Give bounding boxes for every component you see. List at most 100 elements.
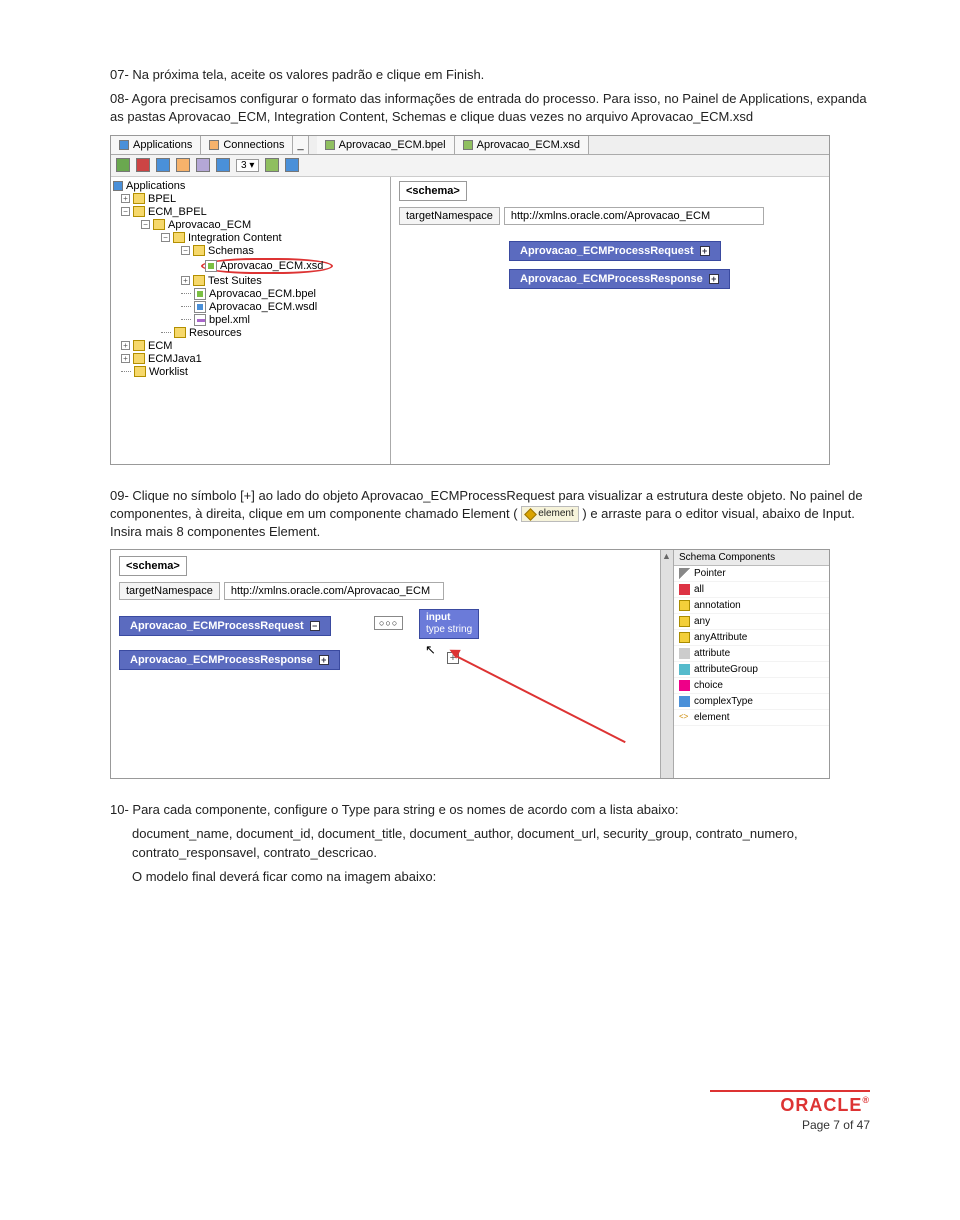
folder-icon <box>153 219 165 230</box>
component-item-pointer[interactable]: Pointer <box>674 566 829 582</box>
request-node[interactable]: Aprovacao_ECMProcessRequest+ <box>509 241 721 261</box>
expand-icon[interactable]: + <box>121 341 130 350</box>
expand-icon[interactable]: + <box>181 276 190 285</box>
folder-icon <box>133 206 145 217</box>
expand-icon[interactable]: + <box>319 655 329 665</box>
toolbar-select[interactable]: 3 ▾ <box>236 159 259 172</box>
pointer-icon <box>679 568 690 579</box>
tab-minimize[interactable]: _ <box>293 136 308 154</box>
screenshot-schema-editor: <schema> targetNamespace http://xmlns.or… <box>110 549 830 779</box>
paragraph-09: 09- Clique no símbolo [+] ao lado do obj… <box>110 487 870 542</box>
request-node[interactable]: Aprovacao_ECMProcessRequest− <box>119 616 331 636</box>
toolbar-icon[interactable] <box>156 158 170 172</box>
bpel-file-icon <box>194 288 206 300</box>
component-item-any[interactable]: any <box>674 614 829 630</box>
schema-components-panel: Schema Components Pointer all annotation… <box>674 550 829 778</box>
oracle-logo: ORACLE® <box>710 1095 870 1116</box>
element-icon <box>679 712 690 723</box>
panel-title: Schema Components <box>674 550 829 566</box>
folder-icon <box>174 327 186 338</box>
xml-file-icon <box>194 314 206 326</box>
paragraph-07: 07- Na próxima tela, aceite os valores p… <box>110 66 870 84</box>
tab-applications[interactable]: Applications <box>111 136 201 154</box>
toolbar-icon[interactable] <box>285 158 299 172</box>
folder-icon <box>173 232 185 243</box>
expand-icon[interactable]: + <box>121 354 130 363</box>
applications-tree[interactable]: Applications +BPEL −ECM_BPEL −Aprovacao_… <box>111 177 391 464</box>
expand-icon[interactable]: + <box>700 246 710 256</box>
attribute-icon <box>679 648 690 659</box>
paragraph-08: 08- Agora precisamos configurar o format… <box>110 90 870 126</box>
sequence-connector-icon: ○○○ <box>374 616 403 630</box>
bpel-icon <box>325 140 335 150</box>
folder-icon <box>133 193 145 204</box>
tab-bpel-file[interactable]: Aprovacao_ECM.bpel <box>317 136 455 154</box>
page-footer: ORACLE® Page 7 of 47 <box>710 1090 870 1132</box>
toolbar-icon[interactable] <box>116 158 130 172</box>
toolbar-icon[interactable] <box>176 158 190 172</box>
footer-rule <box>710 1090 870 1092</box>
vertical-scrollbar[interactable] <box>661 550 674 778</box>
xsd-file-icon <box>205 260 217 272</box>
expand-icon[interactable]: + <box>121 194 130 203</box>
input-element-node[interactable]: inputtype string <box>419 609 479 639</box>
schema-root-box: <schema> <box>399 181 467 201</box>
component-item-choice[interactable]: choice <box>674 678 829 694</box>
schema-root-box: <schema> <box>119 556 187 576</box>
component-item-attribute[interactable]: attribute <box>674 646 829 662</box>
collapse-icon[interactable]: − <box>161 233 170 242</box>
tabstrip-left: Applications Connections _ Aprovacao_ECM… <box>111 136 829 155</box>
component-item-attributegroup[interactable]: attributeGroup <box>674 662 829 678</box>
response-node[interactable]: Aprovacao_ECMProcessResponse+ <box>509 269 730 289</box>
component-item-all[interactable]: all <box>674 582 829 598</box>
component-item-element[interactable]: element <box>674 710 829 726</box>
folder-icon <box>193 245 205 256</box>
all-icon <box>679 584 690 595</box>
xsd-icon <box>463 140 473 150</box>
apps-icon <box>113 181 123 191</box>
toolbar: 3 ▾ <box>111 155 829 177</box>
expand-icon[interactable]: + <box>709 274 719 284</box>
highlighted-tree-item[interactable]: Aprovacao_ECM.xsd <box>201 258 333 274</box>
tab-connections[interactable]: Connections <box>201 136 293 154</box>
paragraph-10a: 10- Para cada componente, configure o Ty… <box>110 801 870 819</box>
folder-icon <box>193 275 205 286</box>
paragraph-10b: document_name, document_id, document_tit… <box>132 825 870 861</box>
schema-editor: <schema> targetNamespace http://xmlns.or… <box>391 177 829 464</box>
toolbar-icon[interactable] <box>196 158 210 172</box>
complextype-icon <box>679 696 690 707</box>
any-icon <box>679 616 690 627</box>
page-number: Page 7 of 47 <box>710 1118 870 1132</box>
component-item-annotation[interactable]: annotation <box>674 598 829 614</box>
anyattr-icon <box>679 632 690 643</box>
element-icon <box>524 508 537 521</box>
collapse-icon[interactable]: − <box>181 246 190 255</box>
paragraph-10c: O modelo final deverá ficar como na imag… <box>132 868 870 886</box>
folder-icon <box>133 340 145 351</box>
folder-icon <box>134 366 146 377</box>
toolbar-icon[interactable] <box>216 158 230 172</box>
targetnamespace-label: targetNamespace <box>399 207 500 225</box>
folder-icon <box>133 353 145 364</box>
targetnamespace-value[interactable]: http://xmlns.oracle.com/Aprovacao_ECM <box>224 582 444 600</box>
annotation-icon <box>679 600 690 611</box>
response-node[interactable]: Aprovacao_ECMProcessResponse+ <box>119 650 340 670</box>
collapse-icon[interactable]: − <box>121 207 130 216</box>
toolbar-icon[interactable] <box>265 158 279 172</box>
collapse-icon[interactable]: − <box>310 621 320 631</box>
component-item-complextype[interactable]: complexType <box>674 694 829 710</box>
collapse-icon[interactable]: − <box>141 220 150 229</box>
conn-icon <box>209 140 219 150</box>
choice-icon <box>679 680 690 691</box>
apps-icon <box>119 140 129 150</box>
element-chip: element <box>521 506 579 522</box>
component-item-anyattribute[interactable]: anyAttribute <box>674 630 829 646</box>
tab-xsd-file[interactable]: Aprovacao_ECM.xsd <box>455 136 589 154</box>
targetnamespace-value[interactable]: http://xmlns.oracle.com/Aprovacao_ECM <box>504 207 764 225</box>
toolbar-icon[interactable] <box>136 158 150 172</box>
screenshot-ide-tree: Applications Connections _ Aprovacao_ECM… <box>110 135 830 465</box>
attrgroup-icon <box>679 664 690 675</box>
targetnamespace-label: targetNamespace <box>119 582 220 600</box>
wsdl-file-icon <box>194 301 206 313</box>
cursor-icon: ↖ <box>425 642 436 658</box>
